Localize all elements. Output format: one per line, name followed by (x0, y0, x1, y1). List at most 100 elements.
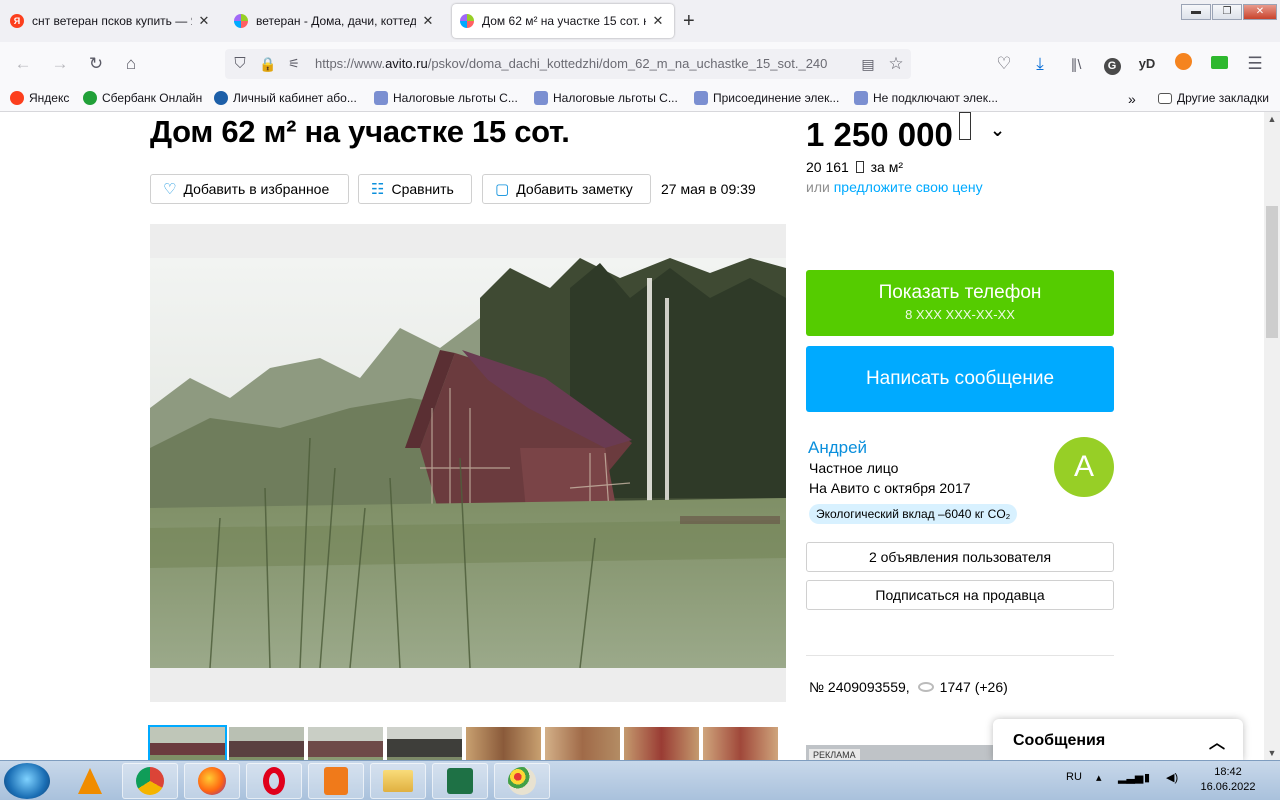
house-photo-image (150, 258, 786, 668)
folder-icon (1158, 92, 1172, 104)
close-icon[interactable]: ✕ (650, 13, 666, 29)
library-icon[interactable]: ∥\ (1065, 53, 1087, 75)
power-icon[interactable]: ▮ (1144, 771, 1150, 784)
thumbnail-3[interactable] (308, 727, 383, 760)
chevron-down-icon[interactable]: ⌄ (990, 120, 1005, 141)
bookmark-tax-1[interactable]: Налоговые льготы С... (374, 91, 518, 105)
ad-banner[interactable]: РЕКЛАМА (806, 745, 996, 760)
user-ads-button[interactable]: 2 объявления пользователя (806, 542, 1114, 572)
view-count: 1747 (+26) (939, 679, 1008, 695)
explorer-app[interactable] (370, 763, 426, 799)
seller-name-link[interactable]: Андрей (808, 438, 867, 458)
thumbnail-5[interactable] (466, 727, 541, 760)
reader-view-icon[interactable]: ▤ (857, 53, 879, 75)
offer-price-link[interactable]: предложите свою цену (834, 179, 983, 195)
opera-app[interactable] (246, 763, 302, 799)
compare-icon: ☷ (371, 181, 385, 198)
chevron-up-icon[interactable]: ︿ (1209, 729, 1225, 753)
page-scrollbar[interactable]: ▲ ▼ (1264, 112, 1280, 760)
rss-icon[interactable] (1174, 53, 1192, 70)
scroll-up-icon[interactable]: ▲ (1264, 114, 1280, 124)
forward-icon[interactable]: → (49, 53, 71, 75)
menu-icon[interactable]: ☰ (1244, 53, 1266, 75)
chrome-app[interactable] (122, 763, 178, 799)
add-note-button[interactable]: ▢ Добавить заметку (482, 174, 651, 204)
add-note-label: Добавить заметку (516, 181, 633, 197)
subscribe-seller-button[interactable]: Подписаться на продавца (806, 580, 1114, 610)
eco-badge[interactable]: Экологический вклад –6040 кг CO₂ (809, 504, 1018, 524)
volume-icon[interactable]: ◀) (1166, 771, 1178, 784)
avito-icon (234, 14, 248, 28)
bookmarks-bar: Яндекс Сбербанк Онлайн Личный кабинет аб… (0, 86, 1280, 112)
close-icon[interactable]: ✕ (196, 13, 212, 29)
reload-icon[interactable]: ↻ (85, 53, 107, 75)
bookmark-star-icon[interactable]: ☆ (885, 53, 907, 75)
messages-title: Сообщения (1013, 732, 1106, 749)
thumbnail-2[interactable] (229, 727, 304, 760)
tab-listing[interactable]: Дом 62 м² на участке 15 сот. н ✕ (452, 4, 674, 38)
close-icon[interactable]: ✕ (420, 13, 436, 29)
compare-button[interactable]: ☷ Сравнить (358, 174, 472, 204)
bookmark-no-connect[interactable]: Не подключают элек... (854, 91, 998, 105)
bookmark-yandex[interactable]: Яндекс (10, 91, 69, 105)
close-window-button[interactable]: ✕ (1243, 4, 1277, 20)
lock-icon[interactable]: 🔒 (257, 53, 279, 75)
main-photo[interactable] (150, 224, 786, 702)
vlc-icon (78, 768, 102, 794)
per-m2-suffix: за м² (870, 159, 903, 175)
price: 1 250 000 (806, 112, 971, 154)
language-indicator[interactable]: RU (1066, 771, 1082, 783)
minimize-button[interactable]: ▬ (1181, 4, 1211, 20)
home-icon[interactable]: ⌂ (120, 53, 142, 75)
firefox-app[interactable] (184, 763, 240, 799)
new-tab-button[interactable]: + (683, 10, 695, 33)
g-extension-icon[interactable]: G (1103, 58, 1121, 75)
bookmark-tax-2[interactable]: Налоговые льготы С... (534, 91, 678, 105)
thumbnail-6[interactable] (545, 727, 620, 760)
yd-extension-icon[interactable]: yD (1136, 53, 1158, 75)
scrollbar-thumb[interactable] (1266, 206, 1278, 338)
bookmark-connect[interactable]: Присоединение элек... (694, 91, 839, 105)
scroll-down-icon[interactable]: ▼ (1264, 748, 1280, 758)
url-text[interactable]: https://www.avito.ru/pskov/doma_dachi_ko… (315, 56, 857, 71)
paint-app[interactable] (494, 763, 550, 799)
seller-since: На Авито с октября 2017 (809, 480, 971, 496)
url-bar[interactable]: ⛉ 🔒 ⚟ https://www.avito.ru/pskov/doma_da… (225, 49, 911, 79)
bookmark-sberbank[interactable]: Сбербанк Онлайн (83, 91, 202, 105)
network-icon[interactable]: ▂▃▅ (1118, 771, 1143, 784)
back-icon[interactable]: ← (12, 53, 34, 75)
thumbnail-1[interactable] (148, 725, 227, 760)
start-button[interactable] (4, 763, 50, 799)
messages-panel[interactable]: Сообщения ︿ (993, 719, 1243, 760)
write-message-button[interactable]: Написать сообщение (806, 346, 1114, 412)
maximize-button[interactable]: ❐ (1212, 4, 1242, 20)
folder-icon (383, 770, 413, 792)
add-favorite-button[interactable]: ♡ Добавить в избранное (150, 174, 349, 204)
download-icon[interactable]: ⤓ (1029, 53, 1051, 75)
shield-icon[interactable]: ⛉ (229, 53, 251, 75)
clock[interactable]: 18:42 16.06.2022 (1195, 765, 1261, 795)
seller-avatar[interactable]: А (1054, 437, 1114, 497)
more-bookmarks-icon[interactable]: » (1128, 91, 1136, 107)
bookmark-label: Личный кабинет або... (233, 91, 357, 105)
pocket-icon[interactable]: ♡ (993, 53, 1015, 75)
globe-icon (214, 91, 228, 105)
bookmark-label: Присоединение элек... (713, 91, 840, 105)
thumbnail-7[interactable] (624, 727, 699, 760)
show-phone-button[interactable]: Показать телефон 8 XXX XXX-XX-XX (806, 270, 1114, 336)
extension-green-icon[interactable] (1210, 56, 1228, 69)
clock-time: 18:42 (1214, 766, 1242, 778)
tab-search[interactable]: Я снт ветеран псков купить — Ян ✕ (2, 4, 220, 38)
permissions-icon[interactable]: ⚟ (283, 53, 305, 75)
tray-expand-icon[interactable]: ▴ (1096, 771, 1102, 784)
bookmark-cabinet[interactable]: Личный кабинет або... (214, 91, 357, 105)
tab-bar: Я снт ветеран псков купить — Ян ✕ ветера… (0, 0, 1280, 42)
page-content: Дом 62 м² на участке 15 сот. 1 250 000 ⌄… (0, 112, 1264, 760)
thumbnail-4[interactable] (387, 727, 462, 760)
other-bookmarks[interactable]: Другие закладки (1158, 91, 1269, 105)
vlc-app[interactable] (62, 763, 118, 799)
pdf-app[interactable] (308, 763, 364, 799)
excel-app[interactable] (432, 763, 488, 799)
thumbnail-8[interactable] (703, 727, 778, 760)
tab-search-results[interactable]: ветеран - Дома, дачи, коттедж ✕ (226, 4, 444, 38)
